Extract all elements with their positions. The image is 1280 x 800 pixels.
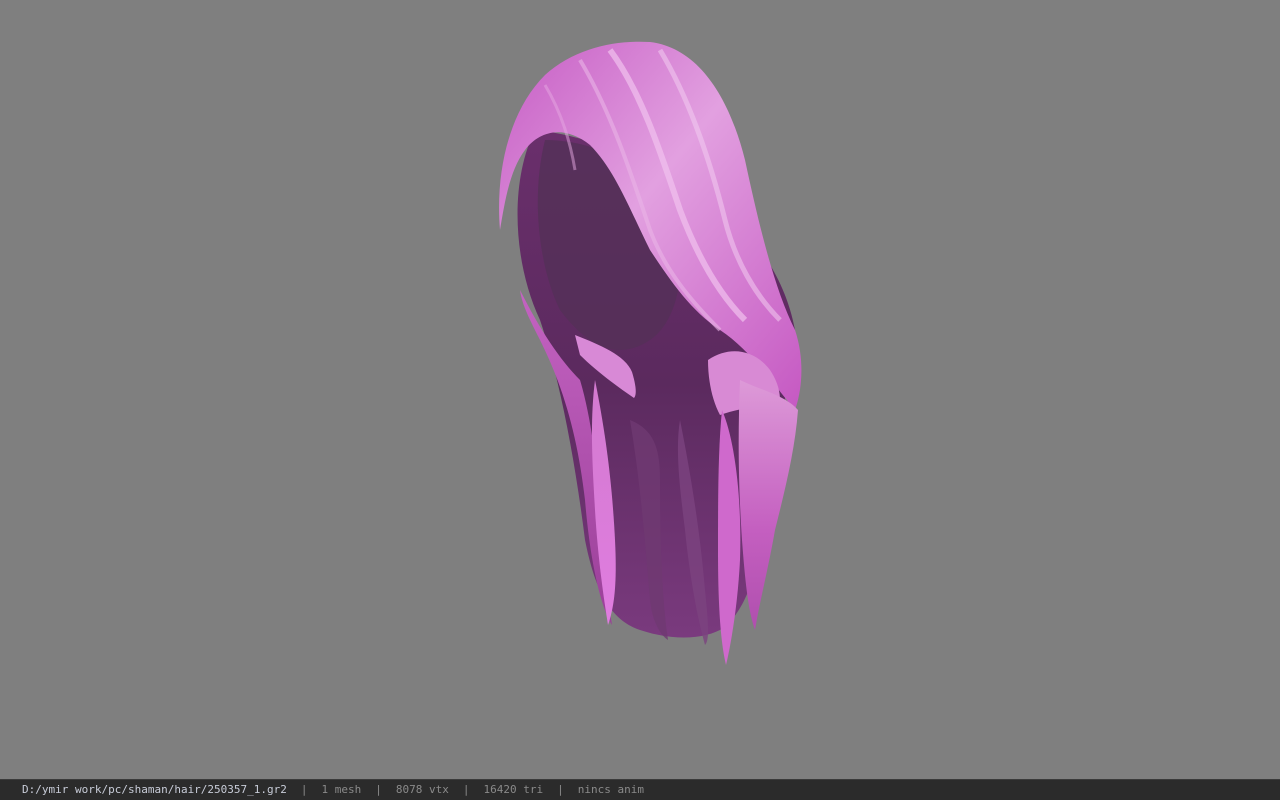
mesh-count: 1 mesh [321,783,362,796]
status-bar: D:/ymir work/pc/shaman/hair/250357_1.gr2… [0,779,1280,800]
file-path: D:/ymir work/pc/shaman/hair/250357_1.gr2 [22,783,287,796]
status-separator: | [462,783,470,796]
triangle-count: 16420 tri [483,783,544,796]
3d-viewport[interactable] [0,0,1280,779]
animation-status: nincs anim [577,783,644,796]
status-separator: | [300,783,308,796]
status-separator: | [375,783,382,796]
vertex-count: 8078 vtx [395,783,449,796]
status-separator: | [557,783,564,796]
hair-model [499,41,802,665]
hair-right-strands [738,380,798,630]
